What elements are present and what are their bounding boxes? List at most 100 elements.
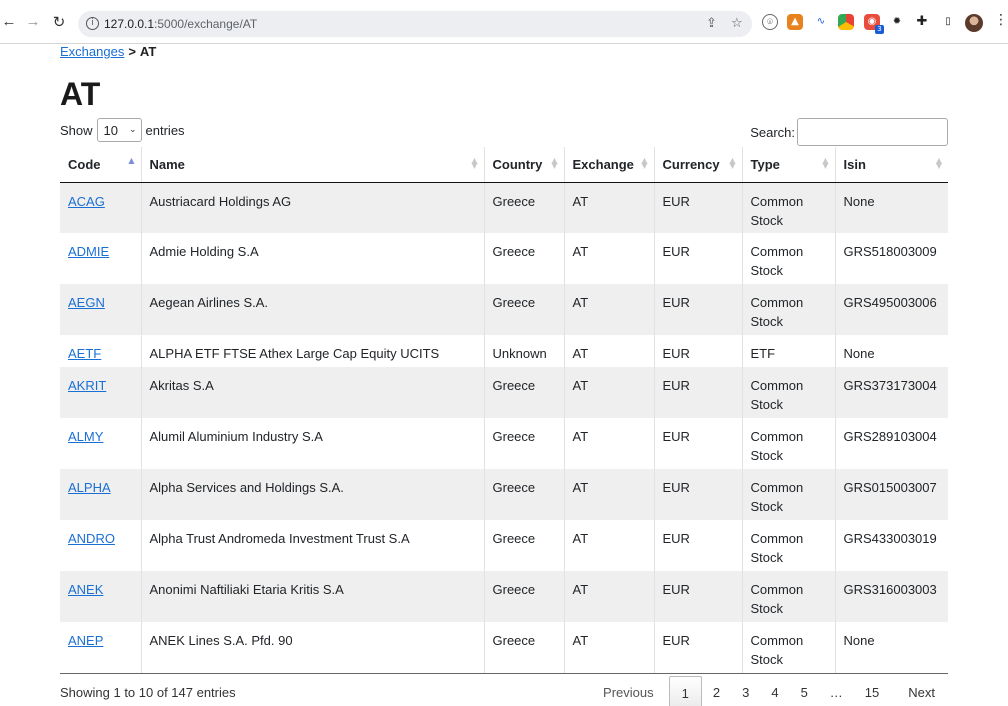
type-line: Stock — [750, 550, 784, 565]
ticker-link[interactable]: ANEK — [68, 582, 103, 597]
reload-icon[interactable]: ↻ — [50, 13, 68, 31]
pagination: Previous 1 2 3 4 5 … 15 Next — [592, 676, 948, 706]
profile-avatar[interactable] — [965, 14, 983, 32]
ticker-link[interactable]: ALMY — [68, 429, 103, 444]
cell-isin: None — [835, 182, 948, 233]
cell-country: Greece — [484, 182, 565, 233]
type-line: Stock — [750, 397, 784, 412]
pagination-previous-button[interactable]: Previous — [592, 676, 669, 706]
type-line: ETF — [750, 346, 776, 361]
puzzle-extensions-icon[interactable]: ✚ — [914, 14, 930, 30]
cell-code: ANEK — [60, 571, 142, 622]
pagination-page-button-current[interactable]: 1 — [668, 676, 702, 706]
forward-icon[interactable]: → — [24, 13, 42, 31]
wave-extension-icon[interactable]: ∿ — [813, 14, 829, 30]
ticker-link[interactable]: ANDRO — [68, 531, 115, 546]
cell-name: Austriacard Holdings AG — [141, 182, 485, 233]
pagination-page-button[interactable]: 5 — [790, 676, 819, 706]
exchange-tickers-table: Code ▲ Name ▲ ▼ Country ▲ ▼ Exchange ▲ ▼ Curren… — [60, 147, 948, 674]
ticker-link[interactable]: ANEP — [68, 633, 103, 648]
browser-toolbar: ← → ↻ i 127.0.0.1:5000/exchange/AT ⇪ ☆ ⌾… — [0, 0, 1008, 44]
share-icon[interactable]: ⇪ — [706, 16, 717, 31]
cell-isin: GRS373173004 — [835, 367, 948, 418]
column-header-label: Currency — [662, 156, 720, 172]
cell-isin: GRS289103004 — [835, 418, 948, 469]
color-extension-icon[interactable] — [838, 14, 854, 30]
cell-exchange: AT — [564, 233, 655, 284]
column-header-label: Type — [750, 156, 780, 172]
column-header-country[interactable]: Country ▲ ▼ — [484, 147, 565, 183]
cell-code: ANEP — [60, 622, 142, 674]
cell-exchange: AT — [564, 418, 655, 469]
cell-country: Unknown — [484, 335, 565, 367]
ticker-link[interactable]: AKRIT — [68, 378, 106, 393]
table-header-row: Code ▲ Name ▲ ▼ Country ▲ ▼ Exchange ▲ ▼ Curren… — [60, 147, 948, 183]
cell-name: ALPHA ETF FTSE Athex Large Cap Equity UC… — [141, 335, 485, 367]
badge-extension-icon[interactable]: ◉ — [864, 14, 884, 34]
search-label: Search: — [750, 124, 795, 140]
type-line: Stock — [750, 499, 784, 514]
pagination-next-button[interactable]: Next — [890, 676, 948, 706]
cell-name: Akritas S.A — [141, 367, 485, 418]
url-host: 127.0.0.1 — [104, 17, 155, 31]
cell-code: ANDRO — [60, 520, 142, 571]
cell-type: Common Stock — [742, 622, 836, 674]
ticker-link[interactable]: AEGN — [68, 295, 105, 310]
ticker-link[interactable]: AETF — [68, 346, 101, 361]
info-icon[interactable]: i — [86, 17, 99, 30]
pagination-page-button[interactable]: 4 — [760, 676, 789, 706]
search-input[interactable] — [797, 118, 948, 146]
cell-currency: EUR — [654, 284, 743, 335]
cell-currency: EUR — [654, 622, 743, 674]
sort-ascending-icon: ▲ — [128, 156, 135, 165]
type-line: Common — [750, 633, 804, 648]
ticker-link[interactable]: ADMIE — [68, 244, 109, 259]
cell-exchange: AT — [564, 469, 655, 520]
pagination-page-button[interactable]: 2 — [702, 676, 731, 706]
cell-country: Greece — [484, 622, 565, 674]
pagination-page-button[interactable]: 3 — [731, 676, 760, 706]
metamask-extension-icon[interactable]: ▲ — [787, 14, 803, 30]
column-header-exchange[interactable]: Exchange ▲ ▼ — [564, 147, 655, 183]
table-row: ANEP ANEK Lines S.A. Pfd. 90 Greece AT E… — [60, 622, 948, 674]
address-bar[interactable]: i 127.0.0.1:5000/exchange/AT ⇪ ☆ — [78, 11, 752, 37]
pagination-page-button[interactable]: 15 — [854, 676, 890, 706]
entries-length-control: Show 10 ⌄ entries — [60, 118, 185, 142]
cell-exchange: AT — [564, 367, 655, 418]
column-header-name[interactable]: Name ▲ ▼ — [141, 147, 485, 183]
table-row: ACAG Austriacard Holdings AG Greece AT E… — [60, 182, 948, 233]
cell-type: Common Stock — [742, 284, 836, 335]
cell-isin: GRS518003009 — [835, 233, 948, 284]
cell-type: Common Stock — [742, 367, 836, 418]
column-header-type[interactable]: Type ▲ ▼ — [742, 147, 836, 183]
column-header-code[interactable]: Code ▲ — [60, 147, 142, 183]
side-panel-icon[interactable]: ▯ — [940, 14, 956, 30]
sort-icon: ▲ ▼ — [471, 156, 478, 170]
column-header-isin[interactable]: Isin ▲ ▼ — [835, 147, 948, 183]
cell-type: Common Stock — [742, 571, 836, 622]
cell-currency: EUR — [654, 469, 743, 520]
table-row: ANEK Anonimi Naftiliaki Etaria Kritis S.… — [60, 571, 948, 622]
breadcrumb-exchanges-link[interactable]: Exchanges — [60, 44, 124, 59]
cell-code: AEGN — [60, 284, 142, 335]
ticker-link[interactable]: ACAG — [68, 194, 105, 209]
cell-country: Greece — [484, 520, 565, 571]
ticker-link[interactable]: ALPHA — [68, 480, 111, 495]
column-header-currency[interactable]: Currency ▲ ▼ — [654, 147, 743, 183]
bookmark-star-icon[interactable]: ☆ — [731, 16, 743, 31]
type-line: Stock — [750, 263, 784, 278]
breadcrumb: Exchanges > AT — [60, 44, 156, 59]
url-text: 127.0.0.1:5000/exchange/AT — [104, 17, 257, 31]
type-line: Common — [750, 193, 804, 209]
back-icon[interactable]: ← — [0, 13, 18, 31]
extension-circle-icon[interactable]: ⌾ — [762, 14, 778, 30]
length-suffix: entries — [145, 122, 185, 138]
type-line: Common — [750, 378, 804, 393]
browser-menu-icon[interactable]: ⋮ — [994, 12, 1008, 28]
bug-extension-icon[interactable]: ✹ — [889, 14, 905, 30]
type-line: Stock — [750, 652, 784, 667]
cell-country: Greece — [484, 418, 565, 469]
cell-isin: None — [835, 622, 948, 674]
entries-select[interactable]: 10 ⌄ — [96, 118, 142, 142]
pagination-ellipsis: … — [829, 685, 843, 700]
